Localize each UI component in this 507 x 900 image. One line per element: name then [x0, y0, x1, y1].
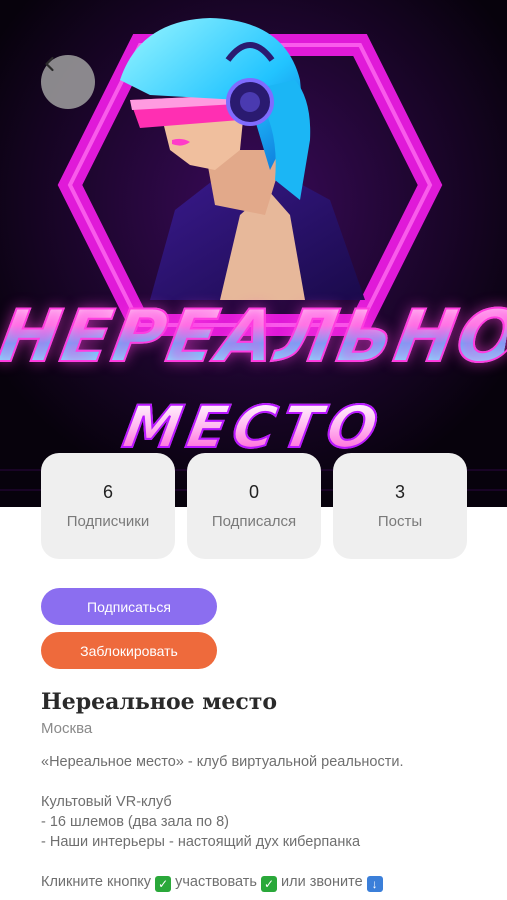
description-line: Культовый VR-клуб	[41, 794, 172, 810]
cover-logo-title: НЕРЕАЛЬНОЕ	[0, 293, 507, 379]
stat-label: Подписался	[211, 513, 297, 530]
description-line: - 16 шлемов (два зала по 8)	[41, 814, 229, 830]
chevron-left-icon	[45, 56, 54, 72]
description-line: «Нереальное место» - клуб виртуальной ре…	[41, 754, 404, 770]
description-cta: Кликните кнопку ✓ участвовать ✓ или звон…	[41, 872, 481, 892]
block-button[interactable]: Заблокировать	[41, 632, 217, 669]
back-button[interactable]	[41, 55, 95, 109]
profile-cover: НЕРЕАЛЬНОЕ МЕСТО	[0, 0, 507, 507]
check-mark-icon: ✓	[261, 876, 278, 892]
profile-stats: 6 Подписчики 0 Подписался 3 Посты	[41, 453, 467, 559]
cta-text: участвовать	[175, 874, 257, 890]
stat-label: Посты	[377, 513, 423, 530]
cta-text: или звоните	[281, 874, 363, 890]
cover-logo-subtitle: МЕСТО	[0, 392, 507, 462]
description-line: - Наши интерьеры - настоящий дух киберпа…	[41, 834, 361, 850]
profile-city: Москва	[41, 720, 93, 737]
cta-text: Кликните кнопку	[41, 874, 152, 890]
profile-name: Нереальное место	[41, 689, 278, 715]
stat-value: 6	[102, 482, 113, 502]
stat-value: 3	[394, 482, 405, 502]
subscribe-button[interactable]: Подписаться	[41, 588, 217, 625]
check-mark-icon: ✓	[155, 876, 172, 892]
arrow-down-icon: ↓	[366, 876, 383, 892]
stat-label: Подписчики	[66, 513, 150, 530]
profile-description: «Нереальное место» - клуб виртуальной ре…	[41, 752, 481, 892]
stat-posts[interactable]: 3 Посты	[333, 453, 467, 559]
stat-followers[interactable]: 6 Подписчики	[41, 453, 175, 559]
stat-value: 0	[248, 482, 259, 502]
stat-following[interactable]: 0 Подписался	[187, 453, 321, 559]
